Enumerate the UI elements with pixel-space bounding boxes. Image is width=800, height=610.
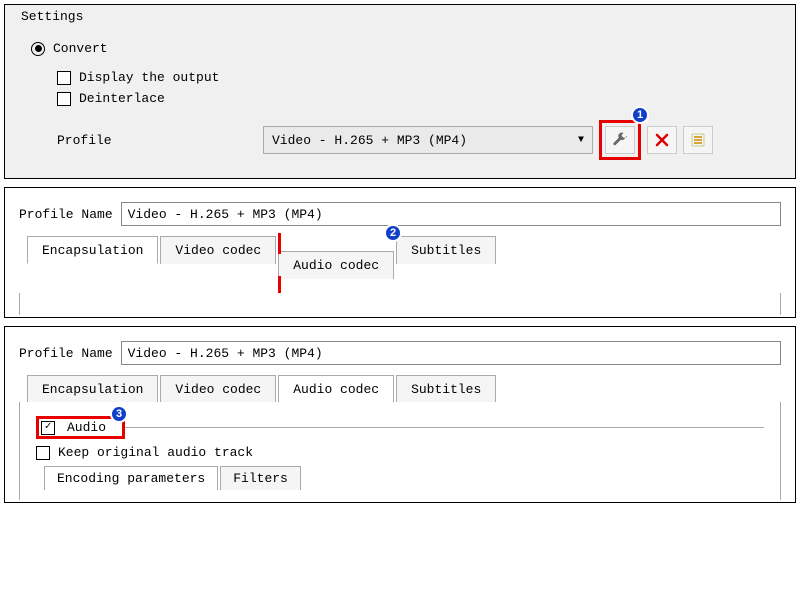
- divider: [125, 427, 764, 428]
- checkbox-unchecked-icon: [36, 446, 50, 460]
- settings-panel: Settings Convert Display the output Dein…: [4, 4, 796, 179]
- tab-encapsulation[interactable]: Encapsulation: [27, 236, 158, 264]
- tab-subtitles[interactable]: Subtitles: [396, 375, 496, 403]
- deinterlace-label: Deinterlace: [79, 91, 165, 106]
- annotation-badge-2: 2: [384, 224, 402, 242]
- convert-radio[interactable]: Convert: [31, 41, 783, 56]
- profile-editor-panel-2: Profile Name Encapsulation Video codec A…: [4, 326, 796, 503]
- tab-video-codec[interactable]: Video codec: [160, 236, 276, 264]
- profile-label: Profile: [57, 133, 257, 148]
- new-profile-button[interactable]: [683, 126, 713, 154]
- annotation-badge-3: 3: [110, 405, 128, 423]
- display-output-checkbox[interactable]: Display the output: [57, 70, 783, 85]
- profile-name-label: Profile Name: [19, 207, 113, 222]
- deinterlace-checkbox[interactable]: Deinterlace: [57, 91, 783, 106]
- profile-dropdown-value: Video - H.265 + MP3 (MP4): [272, 133, 467, 148]
- delete-icon: [655, 133, 669, 147]
- edit-profile-button[interactable]: [605, 126, 635, 154]
- profile-tabs: Encapsulation Video codec Audio codec 2 …: [27, 236, 795, 294]
- subtab-filters[interactable]: Filters: [220, 466, 301, 490]
- chevron-down-icon: ▼: [578, 135, 584, 146]
- profile-name-input[interactable]: [121, 202, 781, 226]
- tab-video-codec[interactable]: Video codec: [160, 375, 276, 403]
- audio-subtabs: Encoding parameters Filters: [44, 466, 768, 490]
- profile-row: Profile Video - H.265 + MP3 (MP4) ▼ 1: [57, 120, 783, 160]
- keep-original-audio-checkbox[interactable]: Keep original audio track: [36, 445, 768, 460]
- radio-selected-icon: [31, 42, 45, 56]
- checkbox-unchecked-icon: [57, 92, 71, 106]
- keep-original-audio-label: Keep original audio track: [58, 445, 253, 460]
- profile-editor-panel-1: Profile Name Encapsulation Video codec A…: [4, 187, 796, 318]
- audio-checkbox[interactable]: ✓: [41, 421, 55, 435]
- settings-legend: Settings: [21, 9, 83, 24]
- annotation-badge-1: 1: [631, 106, 649, 124]
- display-output-label: Display the output: [79, 70, 219, 85]
- profile-name-label: Profile Name: [19, 346, 113, 361]
- subtab-encoding-parameters[interactable]: Encoding parameters: [44, 466, 218, 490]
- tab-subtitles[interactable]: Subtitles: [396, 236, 496, 264]
- tab-audio-codec[interactable]: Audio codec: [278, 375, 394, 403]
- profile-tabs-2: Encapsulation Video codec Audio codec Su…: [27, 375, 795, 403]
- checkbox-unchecked-icon: [57, 71, 71, 85]
- audio-label: Audio: [63, 420, 114, 435]
- tab-encapsulation[interactable]: Encapsulation: [27, 375, 158, 403]
- audio-codec-tabpanel: ✓ Audio 3 Keep original audio track Enco…: [19, 402, 781, 500]
- wrench-icon: [612, 132, 628, 148]
- list-icon: [691, 133, 705, 147]
- tab-audio-codec[interactable]: Audio codec: [278, 251, 394, 279]
- profile-name-input[interactable]: [121, 341, 781, 365]
- delete-profile-button[interactable]: [647, 126, 677, 154]
- profile-dropdown[interactable]: Video - H.265 + MP3 (MP4) ▼: [263, 126, 593, 154]
- convert-label: Convert: [53, 41, 108, 56]
